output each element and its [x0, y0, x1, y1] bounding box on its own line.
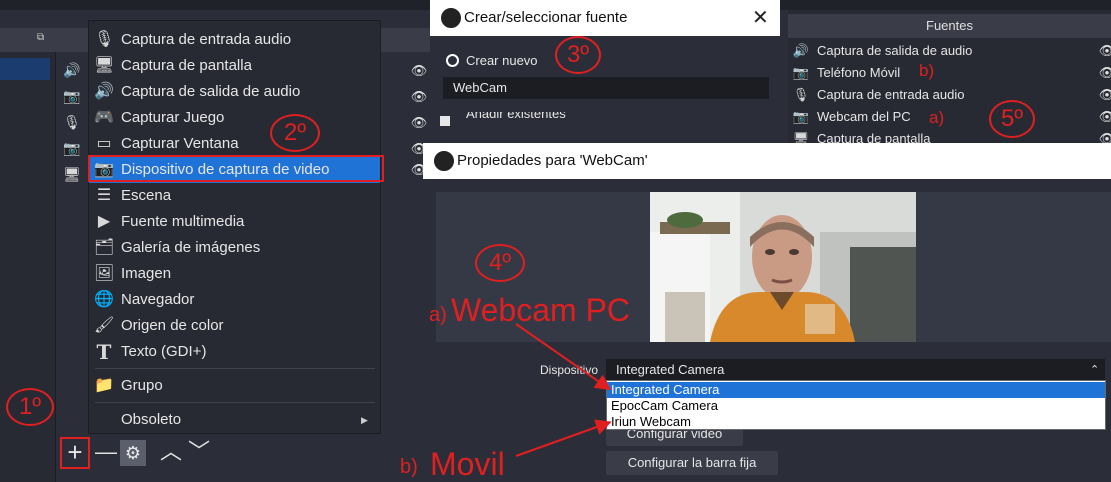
arrow-to-integrated-camera [515, 323, 612, 391]
arrow-to-iriun-webcam [515, 419, 612, 457]
annotation-arrows [515, 323, 612, 457]
